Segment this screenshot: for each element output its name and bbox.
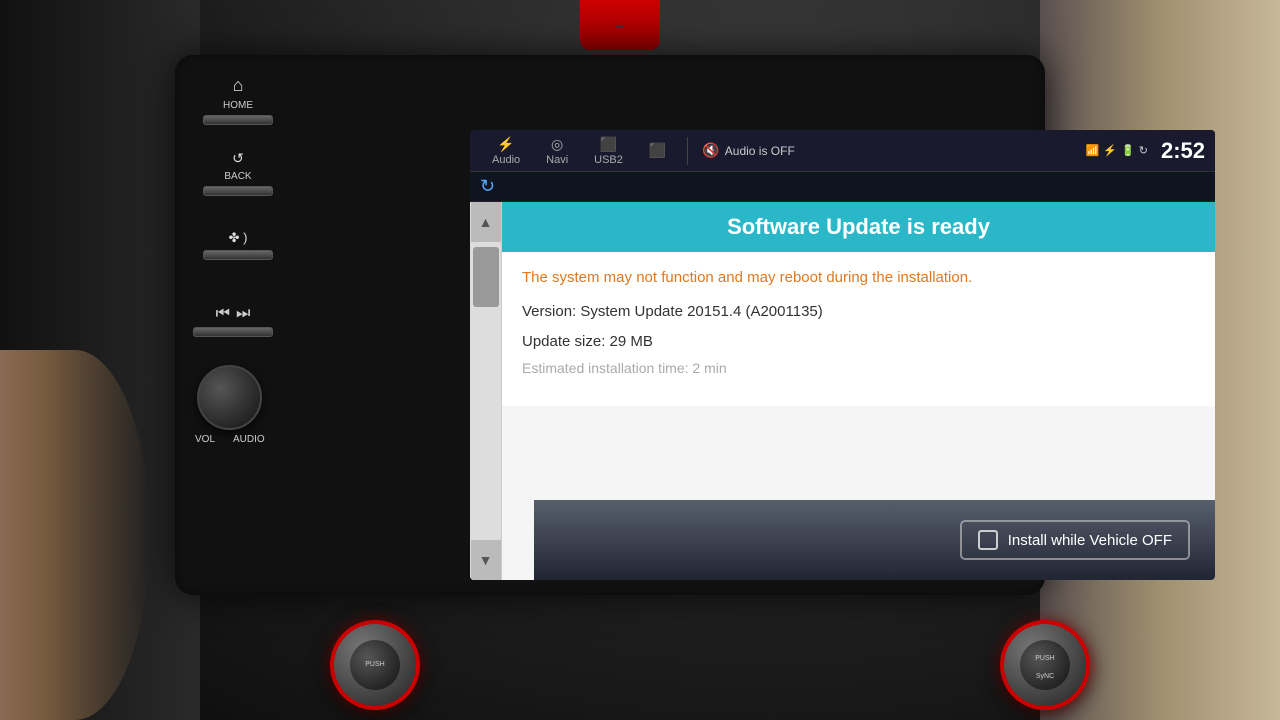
divider [687, 137, 688, 165]
tab-usb[interactable]: ⬛ [637, 139, 678, 162]
bluetooth-icon: ⚡ [497, 136, 514, 153]
install-while-off-checkbox[interactable]: Install while Vehicle OFF [960, 520, 1190, 560]
emergency-button-top[interactable]: ▬ [580, 0, 660, 50]
main-screen: ⚡ Audio ◎ Navi ⬛ USB2 ⬛ [470, 130, 1215, 580]
content-area: ▲ ▼ Software Update is ready The system … [470, 202, 1215, 580]
left-knob-inner[interactable]: PUSH [350, 640, 400, 690]
update-size-text: Update size: 29 MB [522, 330, 1195, 354]
install-label: Install while Vehicle OFF [1008, 532, 1172, 549]
car-interior: ▬ ⌂ HOME ↺ BACK ✤ ) [0, 0, 1280, 720]
tab-audio[interactable]: ⚡ Audio [480, 133, 532, 169]
scrollbar[interactable]: ▲ ▼ [470, 202, 502, 580]
refresh-icon[interactable]: ↻ [480, 176, 495, 197]
back-button-bar[interactable] [203, 186, 273, 196]
usb-icon: ⬛ [649, 142, 666, 159]
scroll-thumb[interactable] [473, 247, 499, 307]
speaker-icon: 🔇 [702, 142, 719, 159]
warning-text: The system may not function and may rebo… [522, 267, 1195, 288]
time-display: 2:52 [1161, 138, 1205, 164]
status-bar: ⚡ Audio ◎ Navi ⬛ USB2 ⬛ [470, 130, 1215, 172]
left-knob-outer[interactable]: PUSH [330, 620, 420, 710]
tab-usb2[interactable]: ⬛ USB2 [582, 133, 635, 169]
scroll-up-button[interactable]: ▲ [471, 202, 501, 242]
skip-button-bar[interactable] [193, 327, 273, 337]
wifi-icon: 📶 [1086, 144, 1100, 157]
vol-knob-dial[interactable] [197, 365, 262, 430]
push-label: PUSH [365, 661, 384, 669]
home-button-bar[interactable] [203, 115, 273, 125]
brightness-button[interactable]: ✤ ) [203, 230, 273, 260]
update-header: Software Update is ready [502, 202, 1215, 252]
update-content: Software Update is ready The system may … [502, 202, 1215, 580]
right-knob-outer[interactable]: PUSHSyNC [1000, 620, 1090, 710]
estimated-time-text: Estimated installation time: 2 min [522, 360, 1195, 376]
brightness-button-bar[interactable] [203, 250, 273, 260]
version-text: Version: System Update 20151.4 (A2001135… [522, 300, 1195, 324]
bluetooth-status-icon: ⚡ [1103, 144, 1117, 157]
checkbox[interactable] [978, 530, 998, 550]
update-title: Software Update is ready [727, 214, 990, 239]
skip-button[interactable]: ⏮⏭ [193, 305, 273, 337]
audio-status: 🔇 Audio is OFF [702, 142, 794, 159]
usb2-icon: ⬛ [600, 136, 617, 153]
push-sync-label: PUSHSyNC [1035, 655, 1054, 680]
hand-overlay [0, 350, 150, 720]
right-knob-inner[interactable]: PUSHSyNC [1020, 640, 1070, 690]
status-icons: 📶 ⚡ 🔋 ↻ [1086, 144, 1148, 157]
update-body: The system may not function and may rebo… [502, 252, 1215, 406]
home-button[interactable]: ⌂ HOME [203, 75, 273, 125]
navi-icon: ◎ [551, 136, 563, 153]
right-rotary-knob[interactable]: PUSHSyNC [1000, 620, 1090, 710]
back-button[interactable]: ↺ BACK [203, 150, 273, 196]
battery-icon: 🔋 [1121, 144, 1135, 157]
bottom-controls: PUSH PUSHSyNC [50, 560, 1230, 720]
tab-navi[interactable]: ◎ Navi [534, 133, 580, 169]
left-rotary-knob[interactable]: PUSH [330, 620, 420, 710]
dashboard: ▬ ⌂ HOME ↺ BACK ✤ ) [0, 0, 1280, 720]
refresh-row: ↻ [470, 172, 1215, 202]
screen-bezel: ⌂ HOME ↺ BACK ✤ ) ⏮⏭ [175, 55, 1045, 595]
sync-icon: ↻ [1139, 144, 1148, 157]
nav-tabs: ⚡ Audio ◎ Navi ⬛ USB2 ⬛ [480, 133, 678, 169]
vol-knob[interactable]: VOL AUDIO [195, 365, 265, 445]
